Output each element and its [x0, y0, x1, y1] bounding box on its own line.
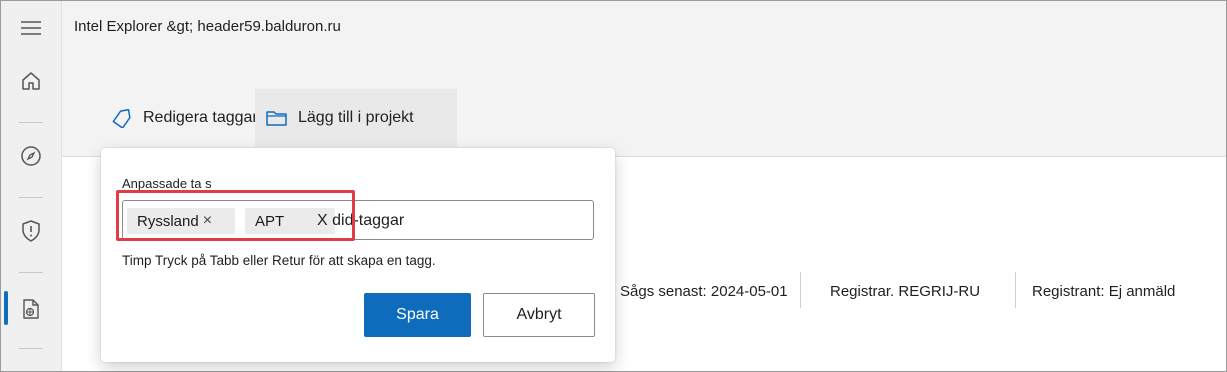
add-to-project-label: Lägg till i projekt [298, 109, 414, 126]
menu-icon[interactable] [1, 10, 61, 46]
info-divider [800, 272, 801, 308]
rail-separator [19, 348, 43, 349]
add-to-project-button[interactable]: Lägg till i projekt [255, 89, 457, 147]
last-seen: Sågs senast: 2024-05-01 [620, 282, 788, 300]
tag-icon [112, 108, 131, 128]
home-icon[interactable] [1, 63, 61, 99]
compass-icon[interactable] [1, 138, 61, 174]
page-header: Intel Explorer &gt; header59.balduron.ru… [62, 1, 1226, 157]
highlight-box [116, 190, 355, 241]
rail-separator [19, 272, 43, 273]
edit-tags-popup: Anpassade ta s Ryssland × APT X did-tagg… [101, 148, 615, 362]
cancel-button[interactable]: Avbryt [483, 293, 595, 337]
shield-alert-icon[interactable] [1, 213, 61, 249]
registrant: Registrant: Ej anmäld [1032, 282, 1176, 300]
document-globe-icon[interactable] [1, 291, 61, 327]
edit-tags-button[interactable]: Redigera taggar [110, 89, 258, 147]
custom-tags-label: Anpassade ta s [122, 176, 212, 191]
rail-separator [19, 122, 43, 123]
registrar: Registrar. REGRIJ-RU [830, 282, 981, 300]
save-button[interactable]: Spara [364, 293, 471, 337]
folder-icon [266, 111, 287, 126]
rail-separator [19, 197, 43, 198]
breadcrumb: Intel Explorer &gt; header59.balduron.ru [74, 18, 341, 35]
tag-hint-text: Timp Tryck på Tabb eller Retur för att s… [122, 253, 436, 268]
edit-tags-label: Redigera taggar [143, 109, 258, 126]
info-divider [1015, 272, 1016, 308]
left-nav-rail [1, 1, 62, 371]
